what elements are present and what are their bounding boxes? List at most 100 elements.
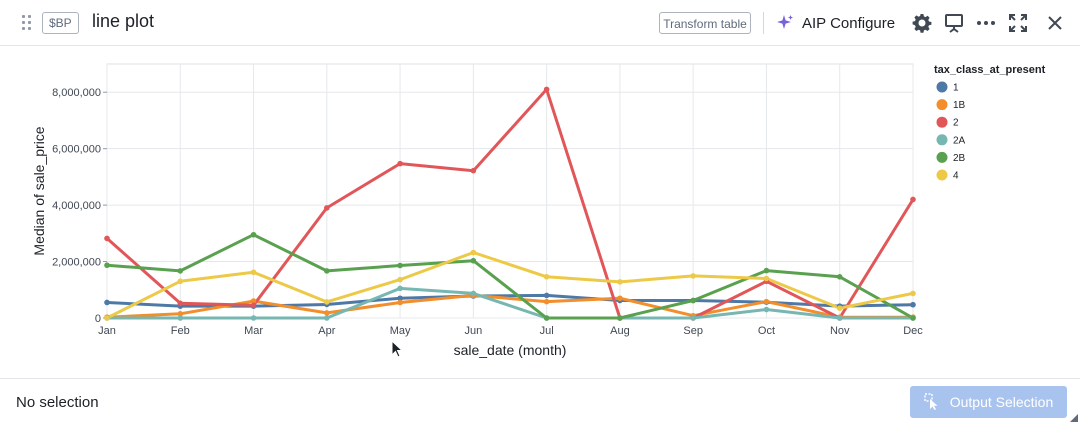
series-line-2[interactable] <box>106 87 915 320</box>
data-point-2A[interactable] <box>177 315 184 321</box>
chart-lines <box>106 87 915 320</box>
data-point-1B[interactable] <box>324 310 330 316</box>
x-tick-label: May <box>390 325 411 337</box>
data-point-2B[interactable] <box>617 315 623 321</box>
data-point-4[interactable] <box>910 290 916 297</box>
data-point-4[interactable] <box>177 278 184 285</box>
data-point-4[interactable] <box>543 273 550 280</box>
legend-item-1[interactable]: 1 <box>936 81 960 94</box>
drag-handle-icon[interactable] <box>22 15 32 31</box>
header-divider <box>763 12 764 34</box>
data-point-1B[interactable] <box>397 299 403 306</box>
presentation-icon[interactable] <box>943 12 965 34</box>
y-tick-label: 2,000,000 <box>52 257 101 269</box>
data-point-4[interactable] <box>397 276 403 283</box>
legend-swatch <box>936 151 948 163</box>
legend-title: tax_class_at_present <box>934 64 1046 76</box>
x-axis-ticks: Jan Feb Mar Apr May Jun Jul Aug Sep Oct Nov Dec <box>98 325 923 337</box>
data-point-2[interactable] <box>250 302 257 309</box>
data-point-2[interactable] <box>324 205 330 211</box>
data-point-2A[interactable] <box>397 285 403 292</box>
data-point-2[interactable] <box>104 235 110 242</box>
x-tick-label: Jun <box>464 325 482 337</box>
resize-handle-icon[interactable] <box>1070 414 1078 422</box>
data-point-2A[interactable] <box>324 315 330 321</box>
data-point-4[interactable] <box>763 275 770 282</box>
sparkle-icon <box>777 15 793 29</box>
legend-label: 2 <box>953 118 959 129</box>
y-axis-label: Median of sale_price <box>31 126 47 255</box>
data-point-2B[interactable] <box>543 315 550 321</box>
chart-grid <box>106 63 914 319</box>
x-tick-label: Dec <box>903 325 923 337</box>
x-tick-label: Nov <box>830 325 850 337</box>
data-point-1[interactable] <box>104 299 110 306</box>
legend-item-2[interactable]: 2 <box>936 116 960 129</box>
data-point-4[interactable] <box>836 305 843 311</box>
transform-table-button[interactable]: Transform table <box>659 12 751 34</box>
x-tick-label: Sep <box>683 325 703 337</box>
chart-points <box>104 86 916 321</box>
legend-label: 4 <box>953 171 959 182</box>
x-tick-label: Oct <box>758 325 775 337</box>
data-point-2B[interactable] <box>690 297 696 304</box>
data-point-2[interactable] <box>397 160 403 167</box>
legend-swatch <box>936 134 948 146</box>
widget-panel: $BP line plot Transform table AIP Config… <box>0 0 1080 428</box>
data-point-2B[interactable] <box>910 315 916 321</box>
legend-item-2B[interactable]: 2B <box>936 151 966 164</box>
aip-configure-button[interactable]: AIP Configure <box>776 11 895 35</box>
data-point-2B[interactable] <box>324 268 330 274</box>
output-selection-label: Output Selection <box>949 394 1054 410</box>
data-point-2A[interactable] <box>250 315 257 321</box>
legend-label: 2B <box>953 153 966 164</box>
data-point-2B[interactable] <box>470 257 477 264</box>
data-point-4[interactable] <box>104 315 110 321</box>
data-point-2B[interactable] <box>763 267 770 274</box>
data-point-2B[interactable] <box>104 262 110 269</box>
data-point-2B[interactable] <box>397 262 403 269</box>
data-point-2A[interactable] <box>836 315 843 321</box>
data-point-1B[interactable] <box>763 298 770 305</box>
x-axis-label: sale_date (month) <box>454 342 567 358</box>
data-point-2A[interactable] <box>470 290 477 297</box>
output-selection-button[interactable]: Output Selection <box>910 386 1067 418</box>
y-tick-label: 8,000,000 <box>52 87 101 99</box>
x-tick-label: Aug <box>610 325 630 337</box>
y-axis-ticks: 0 2,000,000 4,000,000 6,000,000 8,000,000 <box>52 87 107 325</box>
data-point-2[interactable] <box>470 167 477 174</box>
maximize-icon[interactable] <box>1007 12 1029 34</box>
data-point-4[interactable] <box>690 273 696 279</box>
data-point-2B[interactable] <box>177 268 184 274</box>
data-point-2[interactable] <box>543 86 550 93</box>
legend-item-1B[interactable]: 1B <box>936 99 966 111</box>
data-point-2[interactable] <box>177 300 184 307</box>
legend-swatch <box>936 81 948 93</box>
data-point-2B[interactable] <box>836 273 843 280</box>
data-point-2B[interactable] <box>250 231 257 238</box>
widget-footer: No selection Output Selection <box>0 378 1080 424</box>
legend-swatch <box>936 169 948 181</box>
x-tick-label: Jul <box>540 325 554 337</box>
legend-swatch <box>936 99 948 111</box>
widget-title: line plot <box>92 11 155 31</box>
data-point-4[interactable] <box>470 249 477 256</box>
variable-tag[interactable]: $BP <box>42 12 79 34</box>
data-point-4[interactable] <box>250 269 257 276</box>
data-point-2A[interactable] <box>690 315 696 321</box>
selection-status: No selection <box>16 394 99 411</box>
legend-item-4[interactable]: 4 <box>936 169 960 182</box>
more-icon[interactable] <box>975 12 997 34</box>
data-point-2[interactable] <box>910 196 916 203</box>
data-point-2A[interactable] <box>763 306 770 313</box>
data-point-4[interactable] <box>617 279 623 285</box>
data-point-4[interactable] <box>324 299 330 305</box>
data-point-1B[interactable] <box>617 295 623 302</box>
data-point-1[interactable] <box>910 301 916 308</box>
legend-item-2A[interactable]: 2A <box>936 134 966 146</box>
data-point-1[interactable] <box>543 292 550 299</box>
data-point-1B[interactable] <box>543 298 550 305</box>
gear-icon[interactable] <box>911 12 933 34</box>
close-icon[interactable] <box>1044 12 1066 34</box>
legend-label: 2A <box>953 135 966 146</box>
